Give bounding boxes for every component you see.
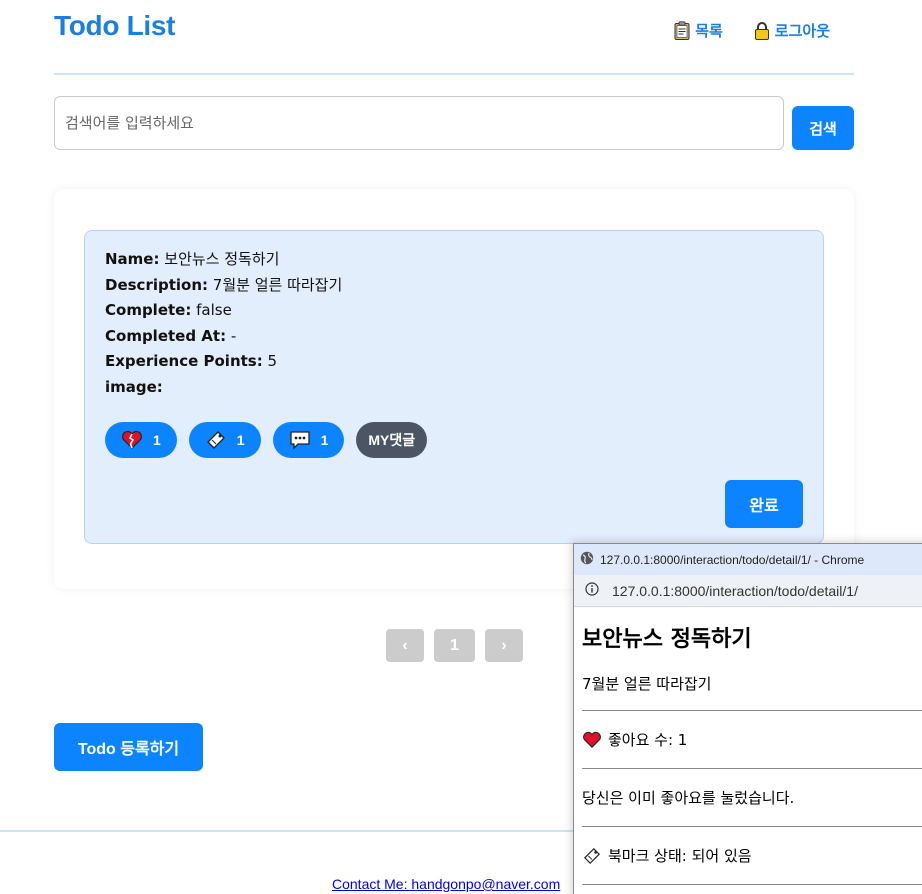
popup-bookmark-row: 북마크 상태: 되어 있음 (582, 827, 922, 884)
popup-content: 보안뉴스 정독하기 7월분 얼른 따라잡기 좋아요 수: 1 당신은 이미 좋아… (574, 607, 922, 885)
nav-logout-label: 로그아웃 (774, 22, 830, 40)
app-title: Todo List (54, 10, 176, 41)
todo-xp-value: 5 (267, 352, 278, 371)
page-number-button[interactable]: 1 (434, 629, 475, 662)
like-count: 1 (153, 432, 161, 448)
bookmark-icon (582, 846, 602, 866)
popup-likes-row: 좋아요 수: 1 (582, 711, 922, 768)
comment-count: 1 (320, 432, 329, 448)
todo-register-button[interactable]: Todo 등록하기 (54, 723, 203, 771)
todo-description-value: 7월분 얼른 따라잡기 (212, 275, 343, 294)
popup-liked-message-row: 당신은 이미 좋아요를 눌렀습니다. (582, 769, 922, 826)
popup-url: 127.0.0.1:8000/interaction/todo/detail/1… (612, 582, 858, 599)
comment-button[interactable]: 1 (272, 422, 345, 458)
complete-button[interactable]: 완료 (725, 480, 803, 528)
field-label: Complete: (105, 301, 192, 320)
search-input[interactable] (54, 96, 784, 150)
divider (582, 884, 922, 885)
info-icon[interactable] (585, 582, 599, 599)
page: Todo List 목록 로그아웃 검색어를 입력하세요 검색 Name: 보안… (0, 0, 922, 894)
popup-window-title: 127.0.0.1:8000/interaction/todo/detail/1… (600, 552, 865, 567)
lock-icon (753, 21, 771, 41)
todo-complete-value: false (196, 301, 232, 320)
contact-link[interactable]: Contact Me: handgonpo@naver.com (332, 876, 560, 892)
search-button[interactable]: 검색 (792, 106, 854, 150)
comment-icon (289, 429, 311, 451)
todo-name-field: Name: 보안뉴스 정독하기 (105, 247, 803, 273)
my-comments-button[interactable]: MY댓글 (356, 422, 428, 458)
popup-addressbar[interactable]: 127.0.0.1:8000/interaction/todo/detail/1… (574, 575, 922, 607)
todo-description-field: Description: 7월분 얼른 따라잡기 (105, 273, 803, 299)
todo-name-value: 보안뉴스 정독하기 (164, 250, 280, 268)
clipboard-icon (673, 21, 691, 41)
todo-list-container: Name: 보안뉴스 정독하기 Description: 7월분 얼른 따라잡기… (54, 189, 854, 589)
popup-bookmark-text: 북마크 상태: 되어 있음 (608, 847, 752, 865)
pagination: ‹ 1 › (386, 629, 523, 662)
field-label: Experience Points: (105, 352, 263, 371)
popup-likes-text: 좋아요 수: 1 (608, 731, 688, 749)
popup-heading: 보안뉴스 정독하기 (582, 627, 752, 652)
globe-icon (580, 551, 594, 568)
popup-titlebar[interactable]: 127.0.0.1:8000/interaction/todo/detail/1… (574, 544, 922, 575)
field-label: image: (105, 377, 163, 396)
popup-description: 7월분 얼른 따라잡기 (582, 675, 712, 693)
header-divider (54, 73, 854, 75)
todo-completed-at-field: Completed At: - (105, 324, 803, 350)
todo-actions: 1 1 1 MY댓글 (105, 422, 428, 458)
field-label: Description: (105, 275, 209, 294)
nav-logout-link[interactable]: 로그아웃 (753, 20, 830, 41)
bookmark-button[interactable]: 1 (188, 422, 261, 458)
next-page-button[interactable]: › (485, 629, 523, 662)
todo-completed-at-value: - (230, 326, 237, 345)
broken-heart-icon (121, 429, 143, 451)
heart-icon (582, 730, 602, 750)
nav-list-link[interactable]: 목록 (673, 20, 723, 41)
field-label: Completed At: (105, 326, 227, 345)
nav-list-label: 목록 (695, 22, 723, 40)
popup-window: 127.0.0.1:8000/interaction/todo/detail/1… (573, 543, 922, 894)
prev-page-button[interactable]: ‹ (386, 629, 424, 662)
bookmark-count: 1 (236, 432, 245, 448)
todo-xp-field: Experience Points: 5 (105, 349, 803, 375)
todo-image-field: image: (105, 375, 803, 401)
todo-card: Name: 보안뉴스 정독하기 Description: 7월분 얼른 따라잡기… (84, 230, 824, 544)
like-button[interactable]: 1 (105, 422, 177, 458)
todo-complete-field: Complete: false (105, 298, 803, 324)
top-nav: 목록 로그아웃 (673, 20, 830, 41)
bookmark-icon (205, 429, 227, 451)
field-label: Name: (105, 250, 160, 268)
popup-liked-message: 당신은 이미 좋아요를 눌렀습니다. (582, 789, 795, 807)
